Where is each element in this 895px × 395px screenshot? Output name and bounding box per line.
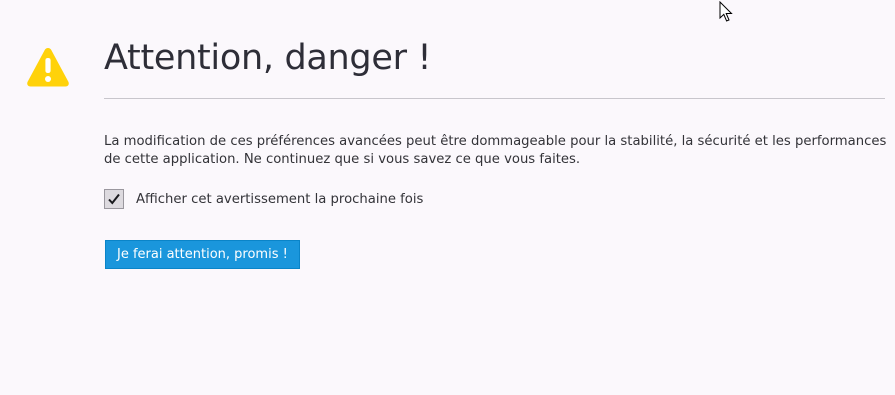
accept-risk-button[interactable]: Je ferai attention, promis ! [105,240,300,269]
show-warning-checkbox-label[interactable]: Afficher cet avertissement la prochaine … [136,192,423,207]
show-warning-checkbox-row[interactable]: Afficher cet avertissement la prochaine … [104,188,423,210]
checkmark-icon [108,193,120,205]
mouse-cursor-icon [719,1,733,22]
page-title: Attention, danger ! [104,38,432,78]
show-warning-checkbox[interactable] [104,189,124,209]
warning-icon [27,48,69,87]
title-divider [104,98,885,99]
warning-message: La modification de ces préférences avanc… [104,134,887,167]
about-config-warning-page: Attention, danger ! La modification de c… [0,0,895,395]
